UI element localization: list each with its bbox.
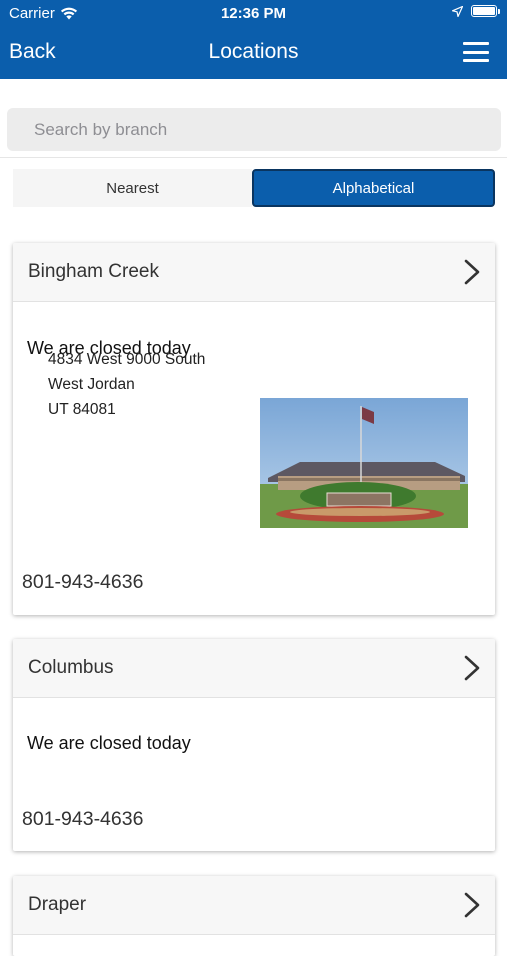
location-card: Bingham Creek We are closed today 4834 W… <box>13 243 495 615</box>
sort-segmented-control: Nearest Alphabetical <box>13 169 495 207</box>
nav-bar: Back Locations <box>0 28 507 79</box>
app-header: Carrier 12:36 PM Back Locations <box>0 0 507 79</box>
location-name: Bingham Creek <box>28 261 159 282</box>
location-card: Draper <box>13 876 495 956</box>
location-card-header[interactable]: Bingham Creek <box>13 243 495 302</box>
chevron-right-icon <box>464 892 480 918</box>
page-title: Locations <box>208 40 299 63</box>
address-line: UT 84081 <box>48 401 116 418</box>
search-input[interactable] <box>7 108 501 151</box>
chevron-right-icon <box>464 259 480 285</box>
battery-icon <box>471 5 500 17</box>
phone-link[interactable]: 801-943-4636 <box>22 571 143 594</box>
phone-link[interactable]: 801-943-4636 <box>22 808 143 831</box>
search-bar <box>7 108 501 151</box>
location-name: Draper <box>28 894 87 915</box>
location-name: Columbus <box>28 657 114 678</box>
location-card-header[interactable]: Draper <box>13 876 495 935</box>
status-bar: Carrier 12:36 PM <box>0 0 507 28</box>
branch-photo <box>260 398 468 528</box>
clock: 12:36 PM <box>220 5 287 22</box>
hamburger-menu-icon[interactable] <box>463 42 489 62</box>
sort-alphabetical-button[interactable]: Alphabetical <box>252 169 495 207</box>
location-arrow-icon <box>452 5 463 17</box>
location-card-header[interactable]: Columbus <box>13 639 495 698</box>
back-button[interactable]: Back <box>9 40 56 64</box>
sort-nearest-button[interactable]: Nearest <box>13 169 252 207</box>
address-line: 4834 West 9000 South <box>48 351 206 368</box>
divider <box>0 157 507 158</box>
chevron-right-icon <box>464 655 480 681</box>
address: 4834 West 9000 South West Jordan UT 8408… <box>48 347 205 422</box>
address-line: West Jordan <box>48 376 135 393</box>
location-card: Columbus We are closed today 801-943-463… <box>13 639 495 851</box>
status-right <box>452 5 500 17</box>
hours-status: We are closed today <box>27 733 191 753</box>
